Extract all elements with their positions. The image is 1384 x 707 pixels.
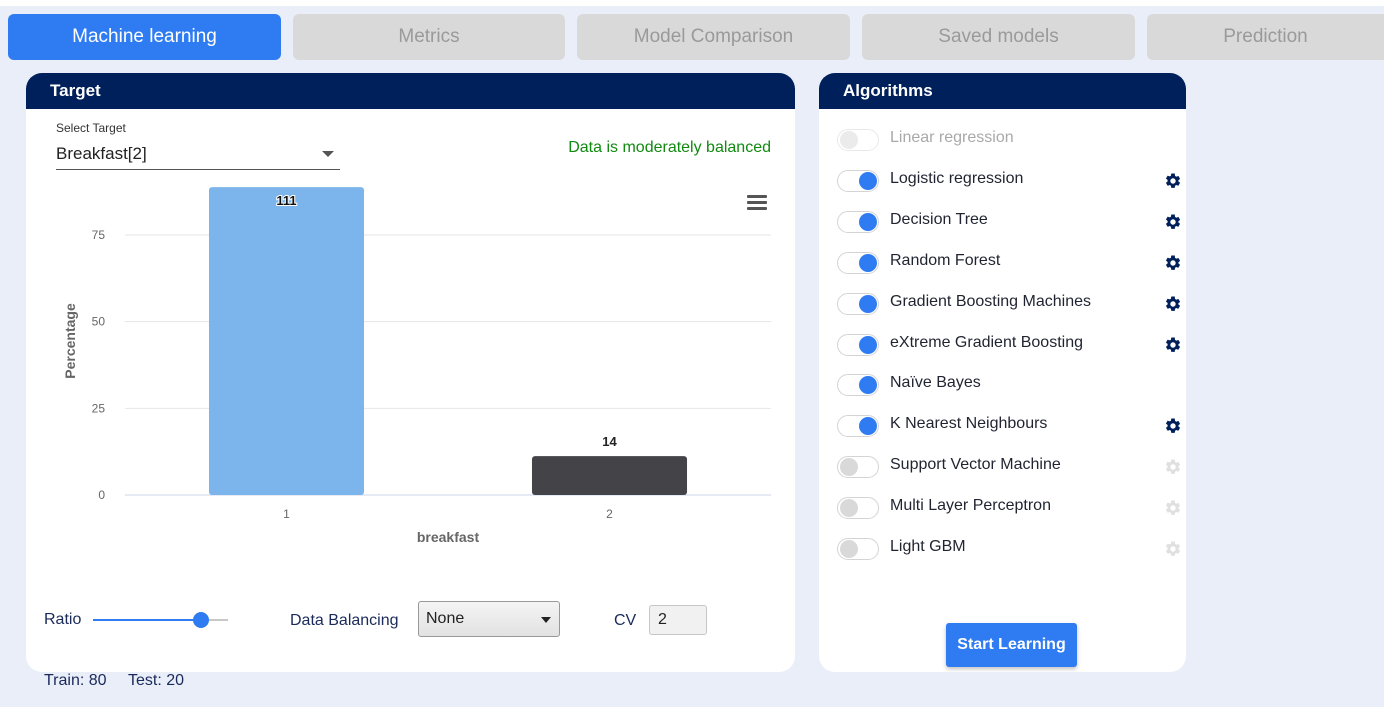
- data-balancing-value: None: [426, 610, 465, 627]
- algorithm-label: Multi Layer Perceptron: [890, 497, 1051, 515]
- y-axis-title: Percentage: [62, 303, 78, 379]
- toggle-knob: [859, 171, 877, 190]
- x-tick-label: 2: [606, 507, 613, 521]
- data-balancing-label: Data Balancing: [290, 612, 399, 629]
- gear-icon[interactable]: [1164, 417, 1182, 435]
- algorithm-toggle[interactable]: [837, 415, 879, 438]
- toggle-knob: [840, 131, 858, 149]
- gear-icon: [1164, 458, 1182, 476]
- gear-icon[interactable]: [1164, 295, 1182, 313]
- bar-chart: 02550751111142breakfastPercentage: [62, 187, 771, 545]
- algorithm-label: Linear regression: [890, 129, 1014, 146]
- algorithm-row: Random Forest: [837, 251, 1186, 278]
- algorithm-row: Naïve Bayes: [837, 374, 1186, 400]
- gear-icon: [1164, 499, 1182, 517]
- y-tick-label: 75: [92, 228, 106, 242]
- algorithm-label: Support Vector Machine: [890, 456, 1061, 474]
- algorithm-label: Random Forest: [890, 251, 1001, 269]
- algorithm-row: Multi Layer Perceptron: [837, 497, 1186, 523]
- cv-label: CV: [614, 612, 637, 629]
- algorithm-label: Naïve Bayes: [890, 374, 981, 392]
- algorithm-toggle[interactable]: [837, 292, 879, 315]
- x-axis-title: breakfast: [417, 529, 480, 545]
- tab-saved-models[interactable]: Saved models: [862, 14, 1135, 60]
- algorithms-panel: Algorithms Linear regression Logistic reg…: [819, 73, 1186, 672]
- algorithm-toggle[interactable]: [837, 374, 879, 397]
- gear-icon[interactable]: [1164, 213, 1182, 231]
- algorithm-row: K Nearest Neighbours: [837, 415, 1186, 441]
- target-panel: Target Select Target Breakfast[2] Data i…: [26, 73, 795, 672]
- algorithm-row: Light GBM: [837, 538, 1186, 564]
- toggle-knob: [859, 417, 877, 436]
- algorithms-panel-title: Algorithms: [819, 73, 1186, 109]
- algorithm-toggle[interactable]: [837, 497, 879, 520]
- algorithm-toggle[interactable]: [837, 333, 879, 356]
- algorithm-row: Support Vector Machine: [837, 456, 1186, 482]
- ratio-slider[interactable]: [93, 612, 228, 628]
- ratio-slider-fill: [93, 619, 201, 621]
- algorithm-row: Logistic regression: [837, 169, 1186, 196]
- data-label: 14: [602, 434, 617, 449]
- algorithm-row: Gradient Boosting Machines: [837, 292, 1186, 319]
- toggle-knob: [840, 499, 858, 518]
- gear-icon[interactable]: [1164, 254, 1182, 272]
- algorithm-label: Logistic regression: [890, 169, 1024, 187]
- toggle-knob: [859, 335, 877, 354]
- gear-icon[interactable]: [1164, 172, 1182, 190]
- data-balancing-select[interactable]: None: [418, 601, 560, 637]
- toggle-knob: [859, 294, 877, 313]
- algorithm-toggle[interactable]: [837, 538, 879, 560]
- start-learning-button[interactable]: Start Learning: [946, 623, 1077, 667]
- algorithm-toggle[interactable]: [837, 456, 879, 479]
- toggle-knob: [859, 212, 877, 231]
- toggle-knob: [859, 376, 877, 395]
- cv-input[interactable]: [649, 605, 707, 635]
- algorithm-label: Gradient Boosting Machines: [890, 292, 1091, 310]
- hamburger-menu-icon[interactable]: [747, 195, 767, 211]
- algorithm-row: eXtreme Gradient Boosting: [837, 333, 1186, 360]
- train-ratio-text: Train: 80: [44, 672, 107, 689]
- y-tick-label: 25: [92, 401, 106, 415]
- gear-icon[interactable]: [1164, 336, 1182, 354]
- algorithm-row: Linear regression: [837, 129, 1186, 155]
- test-ratio-text: Test: 20: [128, 672, 185, 689]
- y-tick-label: 50: [92, 315, 106, 329]
- y-tick-label: 0: [98, 488, 105, 502]
- x-tick-label: 1: [283, 507, 290, 521]
- tab-model-comparison[interactable]: Model Comparison: [577, 14, 850, 60]
- chevron-down-icon: [541, 617, 551, 623]
- bar: [208, 187, 365, 495]
- algorithm-toggle[interactable]: [837, 251, 879, 274]
- algorithm-label: K Nearest Neighbours: [890, 415, 1048, 433]
- algorithm-row: Decision Tree: [837, 210, 1186, 237]
- algorithm-toggle[interactable]: [837, 169, 879, 192]
- algorithm-toggle: [837, 129, 879, 151]
- algorithm-toggle[interactable]: [837, 210, 879, 233]
- bar: [531, 456, 688, 495]
- gear-icon: [1164, 540, 1182, 558]
- ratio-label: Ratio: [44, 611, 82, 628]
- algorithm-label: Light GBM: [890, 538, 966, 555]
- ratio-slider-thumb[interactable]: [193, 612, 209, 628]
- toggle-knob: [859, 253, 877, 272]
- top-strip: [0, 0, 1384, 6]
- toggle-knob: [840, 540, 858, 558]
- algorithm-label: eXtreme Gradient Boosting: [890, 333, 1083, 351]
- data-label: 111: [276, 193, 296, 208]
- tab-machine-learning[interactable]: Machine learning: [8, 14, 281, 60]
- algorithm-label: Decision Tree: [890, 210, 988, 228]
- tab-prediction[interactable]: Prediction: [1147, 14, 1384, 60]
- toggle-knob: [840, 458, 858, 477]
- tab-metrics[interactable]: Metrics: [293, 14, 565, 60]
